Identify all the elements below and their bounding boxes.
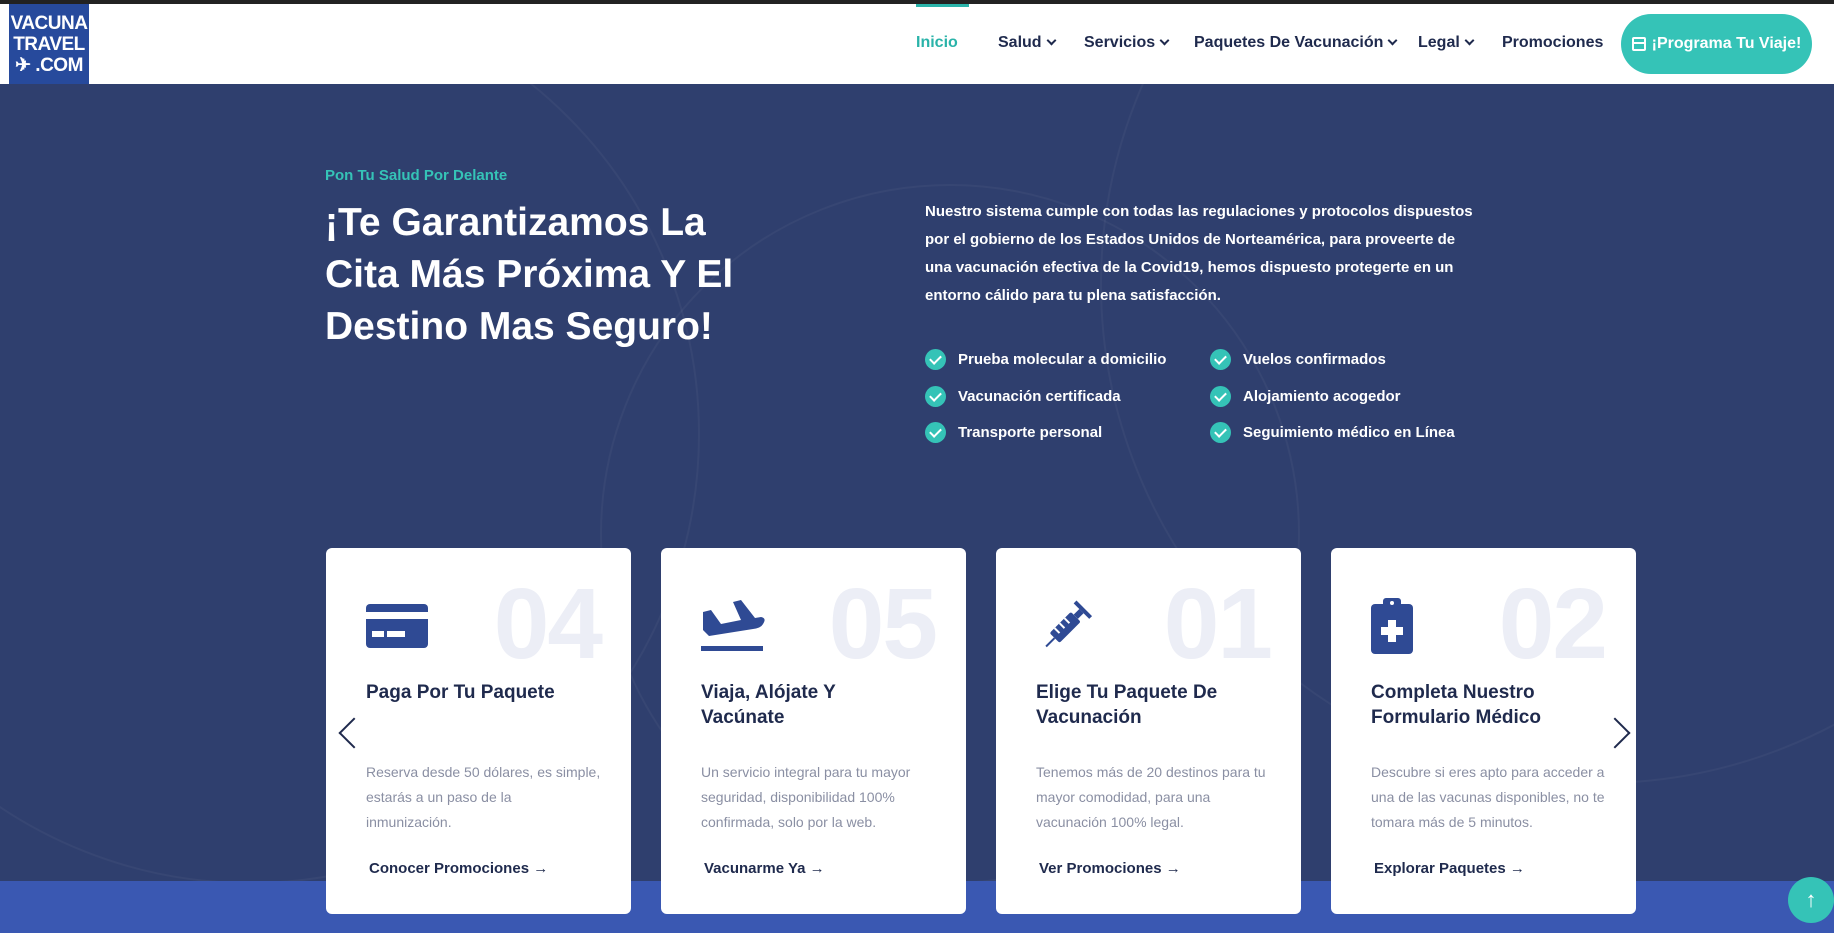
medical-clipboard-icon (1371, 598, 1413, 654)
feature-item: Vacunación certificada (925, 386, 1121, 407)
step-number: 05 (828, 568, 938, 680)
hero-eyebrow: Pon Tu Salud Por Delante (325, 167, 508, 184)
step-link[interactable]: Conocer Promociones → (369, 860, 548, 877)
feature-label: Transporte personal (958, 424, 1103, 441)
nav-item-servicios[interactable]: Servicios (1084, 34, 1170, 52)
feature-item: Alojamiento acogedor (1210, 386, 1401, 407)
chevron-down-icon (1159, 35, 1170, 46)
check-circle-icon (1210, 386, 1231, 407)
syringe-icon (1045, 600, 1093, 648)
step-number: 01 (1163, 568, 1273, 680)
nav-item-label: Promociones (1502, 34, 1604, 51)
feature-item: Prueba molecular a domicilio (925, 349, 1166, 370)
logo-line-3: ✈ .COM (15, 55, 83, 76)
nav-item-label: Legal (1418, 34, 1460, 51)
logo-line-2: TRAVEL (13, 34, 85, 55)
site-header: VACUNA TRAVEL ✈ .COM Inicio Salud Servic… (0, 4, 1834, 84)
nav-active-indicator (916, 4, 969, 7)
step-title: Paga Por Tu Paquete (366, 682, 555, 703)
nav-item-label: Paquetes De Vacunación (1194, 34, 1384, 51)
arrow-up-icon: ↑ (1805, 887, 1817, 912)
step-card: 05 Viaja, Alójate Y Vacúnate Un servicio… (661, 548, 966, 914)
feature-item: Seguimiento médico en Línea (1210, 422, 1455, 443)
step-card: 01 Elige Tu Paquete De Vacunación Tenemo… (996, 548, 1301, 914)
feature-item: Vuelos confirmados (1210, 349, 1386, 370)
chevron-down-icon (1387, 35, 1398, 46)
nav-item-label: Salud (998, 34, 1042, 51)
step-description: Reserva desde 50 dólares, es simple, est… (366, 764, 601, 830)
step-title: Completa Nuestro Formulario Médico (1371, 682, 1541, 728)
step-title: Elige Tu Paquete De Vacunación (1036, 682, 1218, 728)
step-description: Un servicio integral para tu mayor segur… (701, 764, 911, 830)
step-number: 04 (493, 568, 603, 680)
schedule-trip-button[interactable]: ¡Programa Tu Viaje! (1621, 14, 1812, 74)
hero-headline: ¡Te Garantizamos La Cita Más Próxima Y E… (325, 201, 734, 348)
step-title: Viaja, Alójate Y Vacúnate (701, 682, 836, 728)
feature-label: Seguimiento médico en Línea (1243, 424, 1455, 441)
feature-label: Vacunación certificada (958, 388, 1121, 405)
hero-intro: Nuestro sistema cumple con todas las reg… (925, 203, 1473, 304)
step-description: Tenemos más de 20 destinos para tu mayor… (1036, 764, 1266, 830)
nav-item-label: Servicios (1084, 34, 1156, 51)
step-number: 02 (1498, 568, 1608, 680)
nav-item-legal[interactable]: Legal (1418, 34, 1475, 52)
check-circle-icon (925, 422, 946, 443)
feature-item: Transporte personal (925, 422, 1102, 443)
chevron-down-icon (1464, 35, 1475, 46)
site-logo[interactable]: VACUNA TRAVEL ✈ .COM (9, 4, 89, 84)
nav-item-promociones[interactable]: Promociones (1502, 34, 1603, 52)
plane-landing-icon (701, 600, 765, 651)
step-link[interactable]: Vacunarme Ya → (704, 860, 825, 877)
chevron-down-icon (1046, 35, 1057, 46)
check-circle-icon (1210, 422, 1231, 443)
check-circle-icon (925, 386, 946, 407)
check-circle-icon (925, 349, 946, 370)
feature-label: Prueba molecular a domicilio (958, 351, 1167, 368)
nav-item-salud[interactable]: Salud (998, 34, 1057, 52)
step-description: Descubre si eres apto para acceder a una… (1371, 764, 1605, 830)
check-circle-icon (1210, 349, 1231, 370)
step-card: 02 Completa Nuestro Formulario Médico De… (1331, 548, 1636, 914)
nav-item-inicio[interactable]: Inicio (916, 34, 958, 52)
step-link[interactable]: Ver Promociones → (1039, 860, 1181, 877)
step-link[interactable]: Explorar Paquetes → (1374, 860, 1525, 877)
calendar-icon (1631, 37, 1646, 51)
schedule-trip-label: ¡Programa Tu Viaje! (1651, 35, 1802, 52)
feature-label: Alojamiento acogedor (1243, 388, 1401, 405)
feature-label: Vuelos confirmados (1243, 351, 1386, 368)
nav-item-label: Inicio (916, 34, 958, 51)
step-card: 04 Paga Por Tu Paquete Reserva desde 50 … (326, 548, 631, 914)
nav-item-paquetes[interactable]: Paquetes De Vacunación (1194, 34, 1398, 52)
scroll-to-top-button[interactable]: ↑ (1788, 877, 1834, 923)
logo-line-1: VACUNA (10, 13, 88, 34)
credit-card-icon (366, 604, 428, 648)
